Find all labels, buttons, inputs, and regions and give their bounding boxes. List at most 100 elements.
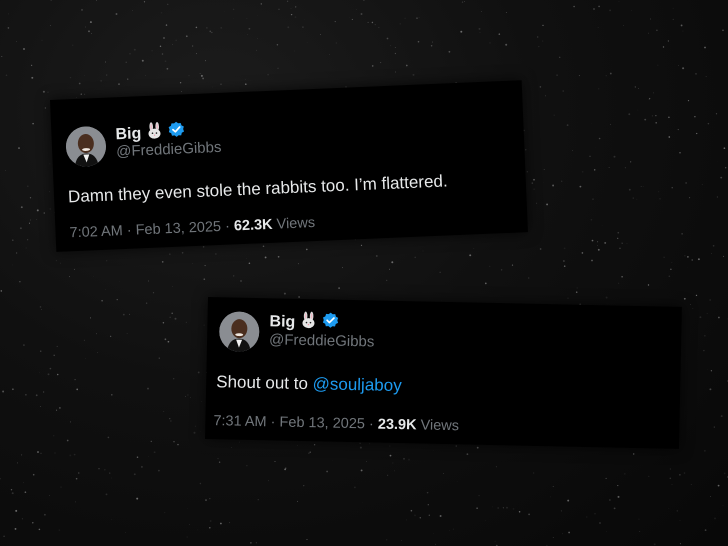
- grain-speck: [256, 38, 258, 40]
- grain-speck: [247, 33, 248, 35]
- grain-speck: [435, 543, 437, 545]
- grain-speck: [104, 61, 107, 63]
- grain-speck: [218, 461, 221, 463]
- grain-speck: [418, 16, 420, 19]
- tweet-card-2[interactable]: Big @FreddieGibbs Shout out to @souljabo…: [205, 297, 682, 449]
- grain-speck: [209, 497, 211, 500]
- grain-speck: [705, 75, 707, 77]
- grain-speck: [32, 473, 35, 476]
- grain-speck: [439, 515, 442, 517]
- grain-speck: [88, 30, 90, 33]
- grain-speck: [131, 10, 133, 11]
- grain-speck: [639, 531, 641, 533]
- grain-speck: [360, 469, 363, 472]
- grain-speck: [11, 264, 13, 266]
- grain-speck: [427, 504, 429, 506]
- grain-speck: [599, 522, 601, 524]
- grain-speck: [401, 539, 402, 541]
- grain-speck: [640, 186, 642, 187]
- grain-speck: [163, 410, 165, 412]
- grain-speck: [21, 454, 23, 456]
- views-count[interactable]: 23.9K: [378, 417, 417, 434]
- meta-separator: ·: [126, 222, 132, 239]
- author-handle[interactable]: @FreddieGibbs: [269, 331, 375, 350]
- grain-speck: [541, 40, 544, 42]
- tweet-card-1[interactable]: Big @FreddieGibbs Damn they even stole t…: [50, 80, 528, 252]
- grain-speck: [181, 251, 184, 254]
- grain-speck: [567, 499, 570, 502]
- avatar[interactable]: [65, 125, 107, 168]
- grain-speck: [701, 183, 703, 185]
- grain-speck: [169, 418, 171, 420]
- grain-speck: [69, 421, 71, 423]
- grain-speck: [360, 244, 363, 247]
- grain-speck: [495, 466, 497, 468]
- grain-speck: [679, 520, 681, 521]
- grain-speck: [609, 72, 612, 75]
- grain-speck: [484, 282, 487, 285]
- grain-speck: [170, 420, 172, 422]
- display-name[interactable]: Big: [115, 125, 142, 144]
- grain-speck: [204, 265, 206, 267]
- grain-speck: [143, 1, 146, 3]
- grain-speck: [184, 395, 187, 397]
- grain-speck: [610, 123, 611, 125]
- grain-speck: [439, 271, 441, 273]
- grain-speck: [684, 255, 686, 257]
- grain-speck: [23, 48, 25, 50]
- grain-speck: [260, 3, 262, 5]
- grain-speck: [399, 23, 401, 25]
- display-name[interactable]: Big: [269, 313, 295, 332]
- views-label: Views: [276, 215, 316, 233]
- views-count[interactable]: 62.3K: [234, 217, 273, 235]
- grain-speck: [244, 78, 246, 80]
- grain-speck: [460, 30, 463, 33]
- tweet-date[interactable]: Feb 13, 2025: [279, 415, 365, 433]
- grain-speck: [42, 90, 45, 93]
- grain-speck: [295, 6, 297, 8]
- grain-speck: [659, 198, 661, 200]
- grain-speck: [274, 461, 276, 462]
- grain-speck: [141, 59, 144, 62]
- grain-speck: [185, 35, 188, 38]
- tweet-time[interactable]: 7:31 AM: [213, 413, 267, 430]
- grain-speck: [494, 540, 496, 542]
- grain-speck: [648, 32, 649, 34]
- grain-speck: [56, 345, 58, 347]
- grain-speck: [209, 527, 211, 529]
- grain-speck: [60, 262, 61, 264]
- grain-speck: [552, 184, 555, 187]
- grain-speck: [428, 514, 430, 516]
- grain-speck: [633, 453, 635, 455]
- grain-speck: [158, 357, 160, 359]
- grain-speck: [85, 358, 86, 359]
- grain-speck: [648, 475, 650, 477]
- grain-speck: [562, 90, 564, 92]
- grain-speck: [159, 45, 162, 47]
- grain-speck: [55, 260, 57, 262]
- grain-speck: [40, 452, 42, 454]
- background-grain: [0, 0, 728, 546]
- tweet-date[interactable]: Feb 13, 2025: [135, 219, 221, 239]
- grain-speck: [107, 436, 110, 439]
- grain-speck: [563, 247, 566, 250]
- grain-speck: [581, 252, 584, 254]
- grain-speck: [405, 64, 408, 67]
- tweet-time[interactable]: 7:02 AM: [69, 223, 123, 241]
- grain-speck: [594, 513, 596, 515]
- avatar[interactable]: [218, 311, 260, 353]
- grain-speck: [575, 291, 578, 293]
- grain-speck: [598, 5, 600, 8]
- grain-speck: [150, 440, 153, 443]
- grain-speck: [97, 352, 99, 354]
- grain-speck: [246, 258, 247, 259]
- grain-speck: [669, 468, 671, 470]
- grain-speck: [190, 396, 191, 398]
- author-handle[interactable]: @FreddieGibbs: [116, 139, 222, 160]
- mention-link[interactable]: @souljaboy: [312, 374, 401, 395]
- grain-speck: [29, 219, 31, 221]
- grain-speck: [19, 227, 22, 230]
- grain-speck: [43, 391, 45, 393]
- grain-speck: [725, 167, 727, 169]
- grain-speck: [613, 507, 616, 510]
